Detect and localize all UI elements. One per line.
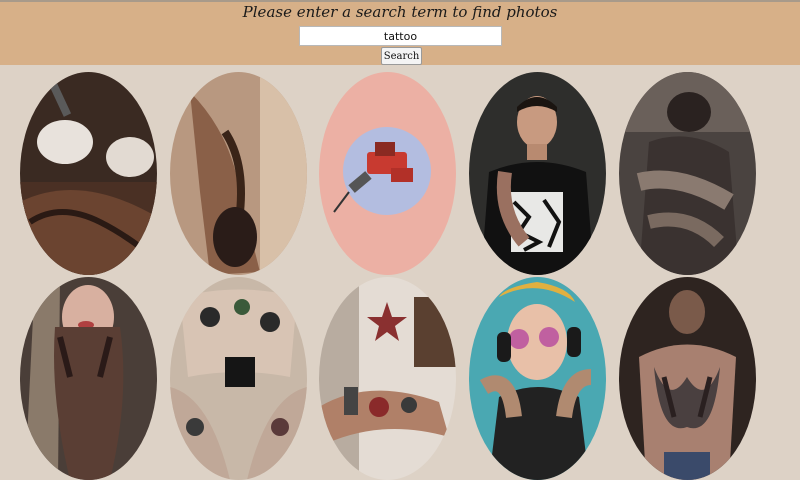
photo-tattooed-arm[interactable] bbox=[170, 72, 307, 275]
search-button[interactable]: Search bbox=[381, 47, 422, 65]
search-input[interactable] bbox=[299, 26, 502, 46]
photo-tattoo-artist-arm[interactable] bbox=[20, 72, 157, 275]
search-header: Please enter a search term to find photo… bbox=[0, 0, 800, 65]
photo-tattooed-arm-machine[interactable] bbox=[319, 277, 456, 480]
photo-tattoo-machine[interactable] bbox=[319, 72, 456, 275]
search-prompt: Please enter a search term to find photo… bbox=[242, 3, 558, 21]
photo-tattooed-woman[interactable] bbox=[20, 277, 157, 480]
photo-tattoo-artist-at-work[interactable] bbox=[619, 72, 756, 275]
photo-back-tattoo[interactable] bbox=[619, 277, 756, 480]
photo-tattooed-legs[interactable] bbox=[170, 277, 307, 480]
photo-tattooed-man[interactable] bbox=[469, 72, 606, 275]
photo-woman-headphones[interactable] bbox=[469, 277, 606, 480]
